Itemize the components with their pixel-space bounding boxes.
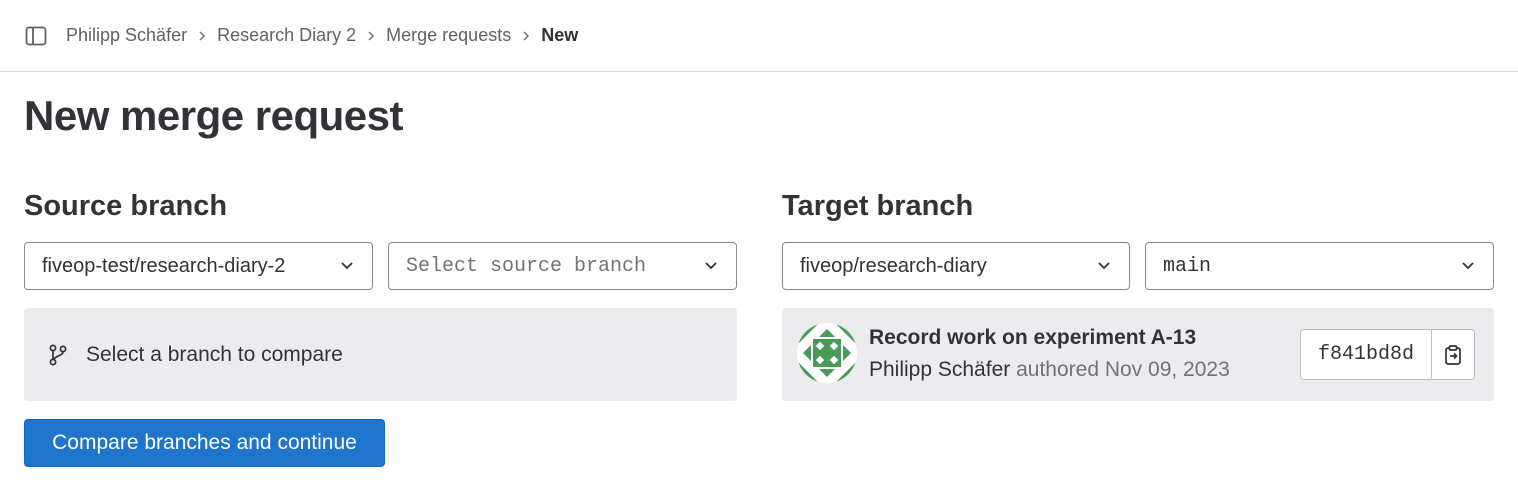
sidebar-toggle-icon[interactable] [24,24,48,48]
target-commit-panel: Record work on experiment A-13 Philipp S… [782,308,1494,401]
avatar[interactable] [797,323,857,383]
commit-sha-group: f841bd8d [1300,329,1475,380]
target-branch-value: main [1163,254,1212,278]
chevron-down-icon [339,258,355,274]
breadcrumb-item-user[interactable]: Philipp Schäfer [66,25,187,46]
source-project-value: fiveop-test/research-diary-2 [42,254,286,277]
compare-branches-button[interactable]: Compare branches and continue [24,419,385,467]
copy-clipboard-icon[interactable] [1432,330,1474,379]
source-branch-dropdown[interactable]: Select source branch [388,242,737,290]
chevron-down-icon [1460,258,1476,274]
page-title: New merge request [24,92,403,139]
commit-author[interactable]: Philipp Schäfer [869,358,1010,381]
chevron-right-icon [360,30,382,42]
commit-sha[interactable]: f841bd8d [1301,330,1432,379]
source-branch-placeholder: Select source branch [406,254,647,278]
top-bar: Philipp Schäfer Research Diary 2 Merge r… [0,0,1518,72]
chevron-down-icon [1096,258,1112,274]
breadcrumb-item-project[interactable]: Research Diary 2 [217,25,356,46]
target-project-dropdown[interactable]: fiveop/research-diary [782,242,1130,290]
chevron-right-icon [191,30,213,42]
target-branch-dropdown[interactable]: main [1145,242,1494,290]
commit-meta: Philipp Schäfer authored Nov 09, 2023 [869,358,1230,382]
branch-icon [48,344,70,366]
commit-authored-date: authored Nov 09, 2023 [1016,358,1230,381]
breadcrumb-current: New [541,25,579,45]
breadcrumb-item-merge-requests[interactable]: Merge requests [386,25,511,46]
breadcrumb: Philipp Schäfer Research Diary 2 Merge r… [66,25,578,46]
source-commit-panel: Select a branch to compare [24,308,737,401]
commit-title[interactable]: Record work on experiment A-13 [869,326,1196,350]
source-empty-message: Select a branch to compare [86,342,343,366]
target-project-value: fiveop/research-diary [800,254,987,277]
source-project-dropdown[interactable]: fiveop-test/research-diary-2 [24,242,373,290]
source-branch-heading: Source branch [24,190,228,222]
chevron-right-icon [515,30,537,42]
target-branch-heading: Target branch [782,190,974,222]
chevron-down-icon [703,258,719,274]
